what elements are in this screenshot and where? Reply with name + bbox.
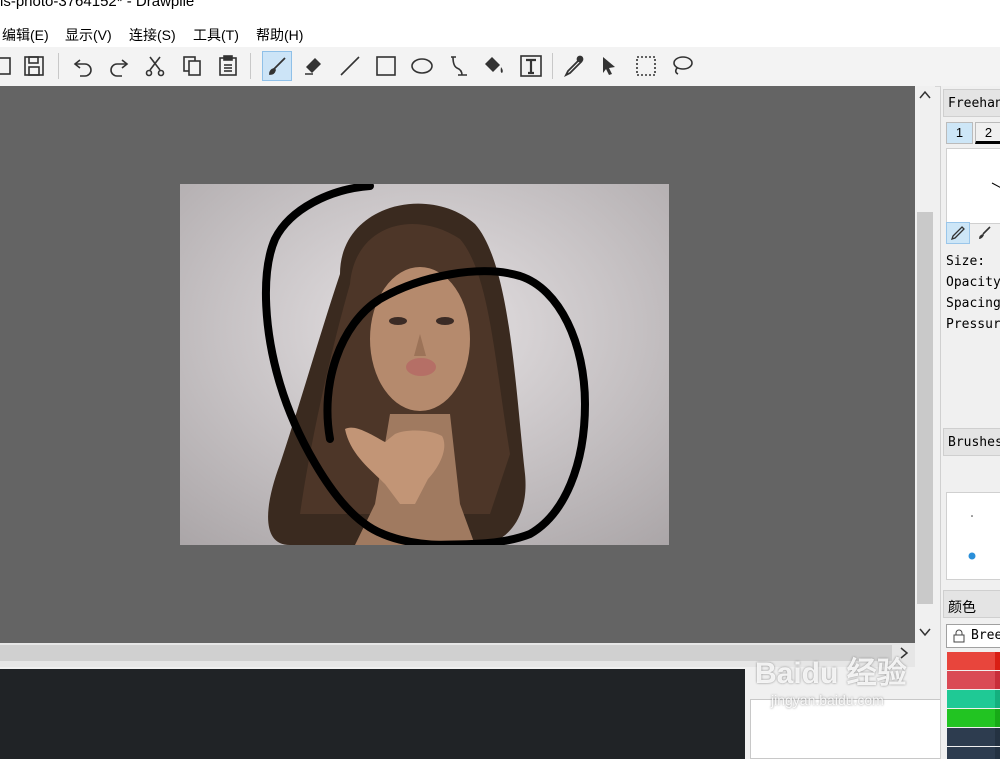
copy-icon[interactable] bbox=[177, 51, 207, 81]
vertical-scroll-thumb[interactable] bbox=[917, 212, 933, 604]
undo-icon[interactable] bbox=[68, 51, 98, 81]
cut-icon[interactable] bbox=[140, 51, 170, 81]
palette-swatch[interactable] bbox=[947, 652, 1000, 670]
watermark-sub: jingyan.baidu.com bbox=[771, 692, 884, 708]
menu-tools[interactable]: 工具(T) bbox=[193, 25, 239, 45]
eraser-icon[interactable] bbox=[298, 51, 328, 81]
palette-selector[interactable]: Bree bbox=[946, 624, 1000, 648]
palette-swatch[interactable] bbox=[947, 747, 1000, 759]
freehand-brush-icon[interactable] bbox=[262, 51, 292, 81]
size-label: Size: bbox=[946, 254, 986, 269]
flood-fill-icon[interactable] bbox=[479, 51, 509, 81]
lasso-icon[interactable] bbox=[667, 51, 697, 81]
menu-bar: 编辑(E) 显示(V) 连接(S) 工具(T) 帮助(H) bbox=[0, 20, 1000, 47]
title-bar: ls-photo-3764152* - Drawpile bbox=[0, 0, 1000, 20]
palette-swatch-alt[interactable] bbox=[995, 671, 1000, 689]
canvas-view[interactable] bbox=[0, 86, 915, 643]
palette-swatch[interactable] bbox=[947, 690, 1000, 708]
right-dock: Freehan 1 2 Size: Opacity Spacing Pressu… bbox=[940, 86, 1000, 759]
tool-settings-title: Freehan bbox=[943, 89, 1000, 117]
new-file-icon[interactable] bbox=[0, 51, 18, 81]
scroll-up-icon[interactable] bbox=[919, 90, 931, 100]
brushes-title: Brushes bbox=[943, 428, 1000, 456]
canvas-image bbox=[180, 184, 669, 545]
spacing-label: Spacing bbox=[946, 296, 1000, 311]
palette-swatch[interactable] bbox=[947, 671, 1000, 689]
ellipse-icon[interactable] bbox=[407, 51, 437, 81]
navigator-preview[interactable] bbox=[750, 699, 942, 759]
lock-icon bbox=[953, 629, 965, 643]
pencil-mode-icon[interactable] bbox=[946, 222, 970, 244]
palette-swatch-alt[interactable] bbox=[995, 728, 1000, 746]
brush-slot-1[interactable]: 1 bbox=[946, 122, 973, 144]
palette-name: Bree bbox=[971, 628, 1000, 643]
palette-swatch-alt[interactable] bbox=[995, 747, 1000, 759]
rectangle-icon[interactable] bbox=[371, 51, 401, 81]
color-title: 颜色 bbox=[943, 590, 1000, 618]
menu-help[interactable]: 帮助(H) bbox=[256, 25, 303, 45]
move-pointer-icon[interactable] bbox=[594, 51, 624, 81]
palette-swatch[interactable] bbox=[947, 728, 1000, 746]
redo-icon[interactable] bbox=[104, 51, 134, 81]
palette-swatch-alt[interactable] bbox=[995, 709, 1000, 727]
window-title: ls-photo-3764152* - Drawpile bbox=[0, 0, 195, 10]
palette-swatch-alt[interactable] bbox=[995, 690, 1000, 708]
save-icon[interactable] bbox=[19, 51, 49, 81]
vertical-scrollbar[interactable] bbox=[915, 86, 935, 643]
paste-icon[interactable] bbox=[213, 51, 243, 81]
scroll-down-icon[interactable] bbox=[919, 627, 931, 637]
toolbar bbox=[0, 47, 1000, 87]
baidu-watermark: Baidu 经验 jingyan.baidu.com bbox=[755, 648, 907, 708]
menu-session[interactable]: 连接(S) bbox=[129, 25, 176, 45]
bezier-icon[interactable] bbox=[443, 51, 473, 81]
pressure-label: Pressur bbox=[946, 317, 1000, 332]
menu-edit[interactable]: 编辑(E) bbox=[2, 25, 49, 45]
chat-panel[interactable] bbox=[0, 669, 745, 759]
opacity-label: Opacity bbox=[946, 275, 1000, 290]
palette-swatch[interactable] bbox=[947, 709, 1000, 727]
brush-mode-icon[interactable] bbox=[972, 222, 996, 244]
rect-select-icon[interactable] bbox=[631, 51, 661, 81]
watermark-main: Baidu 经验 bbox=[755, 657, 907, 690]
menu-view[interactable]: 显示(V) bbox=[65, 25, 112, 45]
palette-swatch-alt[interactable] bbox=[995, 652, 1000, 670]
brush-preview bbox=[946, 148, 1000, 224]
color-picker-icon[interactable] bbox=[558, 51, 588, 81]
text-icon[interactable] bbox=[516, 51, 546, 81]
line-icon[interactable] bbox=[335, 51, 365, 81]
brush-slot-2[interactable]: 2 bbox=[975, 122, 1000, 144]
brushes-list[interactable] bbox=[946, 492, 1000, 580]
